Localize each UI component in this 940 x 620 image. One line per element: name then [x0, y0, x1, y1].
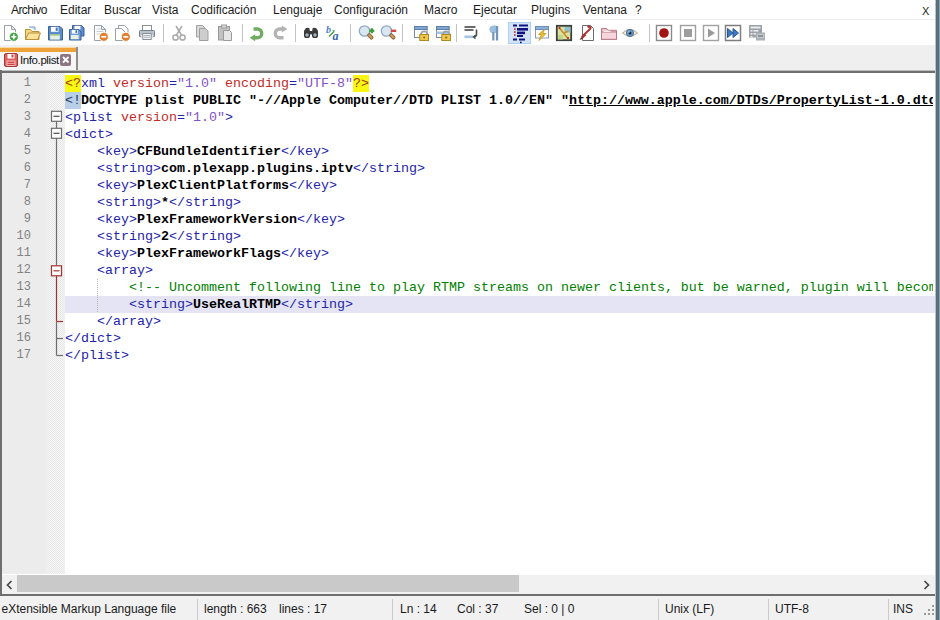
- svg-text:b: b: [326, 24, 331, 35]
